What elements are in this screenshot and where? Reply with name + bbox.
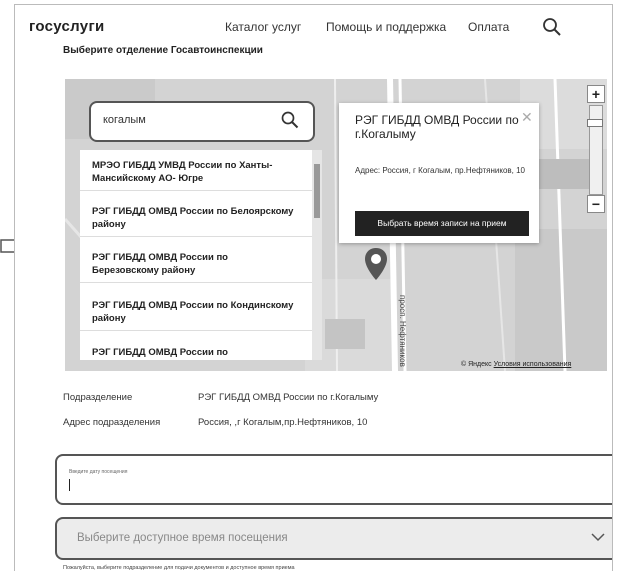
gosuslugi-logo[interactable]: госуслуги [29, 18, 105, 35]
footnote: Пожалуйста, выберите подразделение для п… [63, 565, 295, 571]
scrollbar-thumb[interactable] [314, 164, 320, 218]
result-item[interactable]: РЭГ ГИБДД ОМВД России по Березовскому ра… [92, 251, 297, 277]
search-icon[interactable] [542, 17, 562, 37]
result-item[interactable]: РЭГ ГИБДД ОМВД России по Белоярскому рай… [92, 205, 297, 231]
map-copyright: © Яндекс Условия использования [461, 361, 571, 368]
zoom-out-icon[interactable]: − [587, 195, 605, 213]
location-pin-icon[interactable] [363, 247, 389, 281]
office-popup: РЭГ ГИБДД ОМВД России по г.Когалыму ✕ Ад… [339, 103, 539, 243]
search-icon[interactable] [281, 111, 299, 129]
nav-help[interactable]: Помощь и поддержка [326, 20, 446, 34]
division-value: РЭГ ГИБДД ОМВД России по г.Когалыму [198, 392, 379, 403]
divider [80, 282, 312, 283]
street-label: просп. Нефтяников [398, 295, 407, 367]
time-select-placeholder: Выберите доступное время посещения [77, 532, 288, 544]
address-value: Россия, ,г Когалым,пр.Нефтяников, 10 [198, 417, 368, 428]
page-frame: госуслуги Каталог услуг Помощь и поддерж… [14, 4, 613, 571]
nav-payment[interactable]: Оплата [468, 20, 509, 34]
visit-time-select[interactable]: Выберите доступное время посещения [55, 517, 612, 560]
zoom-in-icon[interactable]: + [587, 85, 605, 103]
map-search-input[interactable] [101, 113, 275, 127]
division-label: Подразделение [63, 392, 133, 403]
search-results-list[interactable]: МРЭО ГИБДД УМВД России по Ханты-Мансийск… [80, 150, 322, 360]
result-item[interactable]: МРЭО ГИБДД УМВД России по Ханты-Мансийск… [92, 159, 297, 185]
chevron-down-icon [591, 533, 605, 542]
divider [80, 190, 312, 191]
nav-catalog[interactable]: Каталог услуг [225, 20, 301, 34]
visit-date-field[interactable]: Введите дату посещения [55, 454, 612, 505]
date-field-label: Введите дату посещения [69, 469, 128, 475]
page-title: Выберите отделение Госавтоинспекции [63, 45, 263, 56]
site-header: госуслуги Каталог услуг Помощь и поддерж… [15, 5, 612, 45]
zoom-slider-thumb[interactable] [587, 119, 603, 127]
result-item[interactable]: РЭГ ГИБДД ОМВД России по [92, 346, 297, 359]
popup-title: РЭГ ГИБДД ОМВД России по г.Когалыму [355, 113, 519, 141]
select-time-button[interactable]: Выбрать время записи на прием [355, 211, 529, 236]
divider [80, 330, 312, 331]
address-label: Адрес подразделения [63, 417, 161, 428]
close-icon[interactable]: ✕ [521, 109, 533, 126]
terms-link[interactable]: Условия использования [494, 361, 572, 368]
results-scrollbar[interactable] [312, 150, 322, 360]
popup-address: Адрес: Россия, г Когалым, пр.Нефтяников,… [355, 166, 525, 175]
copyright-prefix: © Яндекс [461, 361, 492, 368]
map-search-box [89, 101, 315, 142]
divider [80, 236, 312, 237]
text-caret [69, 479, 70, 491]
result-item[interactable]: РЭГ ГИБДД ОМВД России по Кондинскому рай… [92, 299, 297, 325]
